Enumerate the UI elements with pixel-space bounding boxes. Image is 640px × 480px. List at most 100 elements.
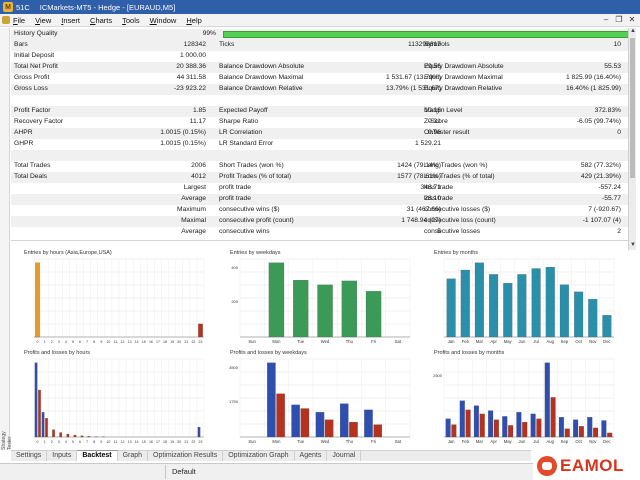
report-label: loss trade (424, 184, 453, 191)
report-label: Equity Drawdown Maximal (424, 74, 503, 81)
x-tick-label: 23 (199, 440, 203, 444)
chart-bar (293, 280, 309, 338)
x-tick-label: Jun (519, 339, 526, 344)
x-tick-label: Sun (248, 439, 256, 444)
chart-plot: Jan Feb Mar Apr May Jun Jul Aug Sep Oct Nov Dec (443, 258, 615, 344)
x-tick-label: 11 (114, 440, 118, 444)
chart-bar (267, 362, 276, 438)
x-tick-label: Mon (272, 439, 281, 444)
menu-file[interactable]: File (13, 16, 25, 25)
y-tick-label: 2500 (433, 373, 443, 378)
chart-bar (488, 410, 494, 438)
x-tick-label: May (504, 339, 513, 344)
scroll-down-icon[interactable]: ▼ (629, 242, 637, 250)
menu-insert[interactable]: Insert (61, 16, 80, 25)
app-icon: M (3, 2, 13, 12)
chart-bar (446, 278, 456, 338)
x-tick-label: 20 (177, 340, 181, 344)
x-tick-label: 5 (72, 440, 74, 444)
x-tick-label: Sep (561, 339, 569, 344)
x-tick-label: 14 (135, 440, 139, 444)
report-label: Gross Loss (14, 85, 48, 92)
tab-optimization-results[interactable]: Optimization Results (148, 451, 224, 461)
menu-bar: File View Insert Charts Tools Window Hel… (0, 14, 640, 27)
chart-bar (73, 434, 77, 438)
scroll-thumb[interactable] (630, 38, 635, 178)
minimize-icon[interactable]: – (601, 15, 611, 25)
report-row: Recovery Factor 11.17 Sharpe Ratio 0.31 Z-Sc… (11, 117, 628, 128)
x-tick-label: 18 (163, 440, 167, 444)
report-value: 1.85 (192, 107, 206, 114)
report-row: Total Deals 4012 Profit Trades (% of total… (11, 172, 628, 183)
system-menu-icon[interactable] (2, 16, 10, 24)
close-icon[interactable]: ✕ (627, 15, 637, 25)
x-tick-label: 17 (156, 440, 160, 444)
x-tick-label: 14 (135, 340, 139, 344)
chart-bar (41, 412, 45, 438)
report-label: Z-Score (424, 118, 448, 125)
x-tick-label: Fri (371, 439, 376, 444)
title-bar: M 51C ICMarkets-MT5 - Hedge - [EURAUD,M5… (0, 0, 640, 14)
report-row: Profit Factor 1.85 Expected Payoff 10.16 Mar… (11, 106, 628, 117)
x-tick-label: Dec (603, 439, 610, 444)
menu-help[interactable]: Help (186, 16, 201, 25)
report-value: 2 (617, 228, 621, 235)
report-value: 1 529.21 (414, 140, 441, 147)
x-tick-label: 1 (44, 440, 46, 444)
report-scrollbar[interactable]: ▲ ▼ (628, 28, 636, 250)
report-label: LR Correlation (219, 129, 263, 136)
tab-inputs[interactable]: Inputs (47, 451, 78, 461)
y-tick-label: 200 (231, 299, 238, 304)
report-value: 44 311.58 (176, 74, 206, 81)
tab-agents[interactable]: Agents (295, 451, 328, 461)
chart-bar (550, 397, 556, 438)
report-value: 11.17 (189, 118, 206, 125)
backtest-report: History Quality 99% Bars 128342 Ticks 11329… (11, 29, 633, 238)
tab-journal[interactable]: Journal (327, 451, 362, 461)
tab-settings[interactable]: Settings (11, 451, 48, 461)
chart-bar (300, 408, 310, 438)
x-tick-label: Jul (533, 339, 538, 344)
chart-plot: 0 1 2 3 4 5 6 7 8 9 10 11 12 13 14 15 16 17 18 19 20 21 22 23 (33, 358, 205, 444)
x-tick-label: 6 (79, 340, 81, 344)
report-value: 20 388.36 (176, 63, 206, 70)
x-tick-label: Apr (490, 339, 497, 344)
report-value: 16.40% (1 825.99) (565, 85, 621, 92)
report-value: 2006 (191, 162, 206, 169)
menu-tools[interactable]: Tools (122, 16, 140, 25)
tab-optimization-graph[interactable]: Optimization Graph (223, 451, 295, 461)
report-row: Bars 128342 Ticks 113298617 Symbols 10 (11, 40, 628, 51)
report-label: Bars (14, 41, 28, 48)
report-row: Average consecutive wins 5 consecutive loss… (11, 227, 628, 238)
strategy-tester-strip: Strategy Tester (0, 28, 13, 450)
menu-view[interactable]: View (35, 16, 51, 25)
tab-graph[interactable]: Graph (118, 451, 149, 461)
report-label: Recovery Factor (14, 118, 64, 125)
report-row (11, 150, 628, 161)
report-row: GHPR 1.0015 (0.15%) LR Standard Error 1 529… (11, 139, 628, 150)
chart-3: Profits and losses by hours 0 1 2 3 4 5 6 7 8 9 10 1… (14, 350, 210, 448)
x-tick-label: 16 (149, 340, 153, 344)
report-label: consecutive loss (count) (424, 217, 496, 224)
report-label: GHPR (14, 140, 34, 147)
report-value: -6.05 (99.74%) (576, 118, 621, 125)
chart-bar (544, 362, 550, 438)
x-tick-label: Aug (546, 439, 554, 444)
x-tick-label: 3 (58, 340, 60, 344)
report-label: Average (181, 228, 206, 235)
report-row: AHPR 1.0015 (0.15%) LR Correlation 0.96 OnTe… (11, 128, 628, 139)
scroll-up-icon[interactable]: ▲ (629, 28, 637, 36)
tab-backtest[interactable]: Backtest (77, 450, 118, 461)
x-tick-label: Mar (476, 339, 484, 344)
x-tick-label: Thu (346, 439, 354, 444)
restore-icon[interactable]: ❐ (614, 15, 624, 25)
history-quality-value: 99% (202, 30, 216, 37)
chart-bar (291, 404, 300, 438)
x-tick-label: Mar (476, 439, 484, 444)
tester-tabs: Settings Inputs Backtest Graph Optimization … (11, 450, 531, 461)
x-tick-label: 10 (106, 440, 110, 444)
menu-window[interactable]: Window (150, 16, 177, 25)
x-tick-label: Tue (297, 439, 305, 444)
status-profile: Default (172, 467, 196, 476)
menu-charts[interactable]: Charts (90, 16, 112, 25)
